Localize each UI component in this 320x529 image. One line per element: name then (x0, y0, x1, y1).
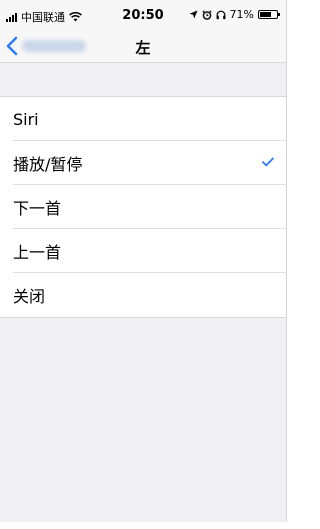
option-label: Siri (13, 109, 39, 129)
screen: 中国联通 20:50 71% 左 Siri 播放/暂停 下一首 上一首 关闭 (0, 0, 287, 522)
battery-icon (258, 10, 280, 19)
battery-percent: 71% (229, 8, 254, 21)
option-label: 播放/暂停 (13, 155, 83, 174)
option-label: 关闭 (13, 287, 46, 306)
option-row[interactable]: 关闭 (0, 273, 286, 317)
status-bar: 中国联通 20:50 71% (0, 0, 286, 32)
option-row[interactable]: Siri (0, 97, 286, 141)
battery-fill (260, 12, 271, 17)
option-label: 上一首 (13, 243, 62, 262)
option-label: 下一首 (13, 199, 62, 218)
location-arrow-icon (189, 10, 198, 19)
option-row[interactable]: 上一首 (0, 229, 286, 273)
page-title: 左 (135, 39, 151, 57)
headphones-icon (216, 10, 225, 19)
alarm-icon (201, 9, 212, 20)
status-right: 71% (189, 8, 280, 21)
option-list: Siri 播放/暂停 下一首 上一首 关闭 (0, 96, 286, 318)
checkmark-icon (262, 157, 274, 167)
option-row[interactable]: 播放/暂停 (0, 141, 286, 185)
option-row[interactable]: 下一首 (0, 185, 286, 229)
navigation-bar: 左 (0, 32, 286, 63)
